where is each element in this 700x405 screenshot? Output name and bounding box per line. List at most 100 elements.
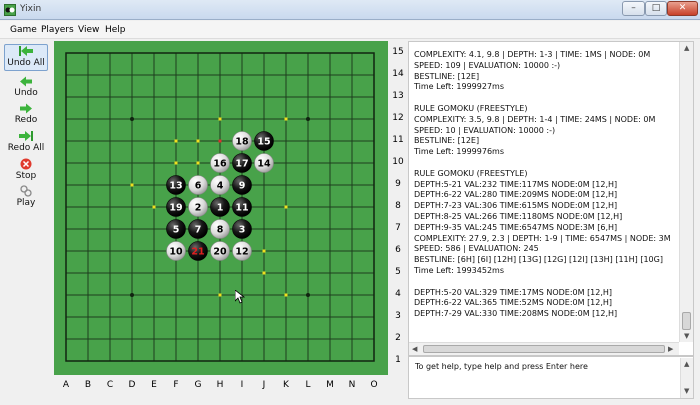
stone-black-17: 17 — [232, 153, 252, 173]
stop-button[interactable]: Stop — [4, 158, 48, 182]
scroll-up-arrow-icon[interactable]: ▲ — [684, 44, 689, 52]
column-label-L: L — [305, 380, 311, 390]
row-label-5: 5 — [395, 267, 401, 277]
log-vertical-scrollbar[interactable]: ▲ ▼ — [679, 42, 693, 342]
log-line: DEPTH:9-35 VAL:245 TIME:6547MS NODE:3M [… — [414, 222, 618, 232]
star-point — [130, 117, 134, 121]
stone-move-number: 15 — [257, 137, 270, 148]
log-line: SPEED: 109 | EVALUATION: 10000 :-) — [414, 60, 561, 70]
star-point — [306, 117, 310, 121]
redo-all-label: Redo All — [7, 143, 45, 153]
title-bar: Yixin – □ ✕ — [0, 0, 700, 20]
engine-log[interactable]: COMPLEXITY: 4.1, 9.8 | DEPTH: 1-3 | TIME… — [408, 41, 694, 356]
minimize-button[interactable]: – — [622, 1, 645, 16]
log-line: BESTLINE: [6H] [6I] [12H] [13G] [12G] [1… — [414, 255, 663, 265]
stone-white-14: 14 — [254, 153, 274, 173]
stone-black-7: 7 — [188, 219, 208, 239]
log-line: SPEED: 586 | EVALUATION: 245 — [414, 244, 539, 254]
log-horizontal-thumb[interactable] — [423, 345, 665, 353]
hint-marker — [262, 271, 266, 275]
redo-label: Redo — [14, 115, 38, 125]
stone-white-2: 2 — [188, 197, 208, 217]
row-label-15: 15 — [392, 47, 404, 57]
stone-black-21: 21 — [188, 241, 208, 261]
log-vertical-thumb[interactable] — [682, 312, 691, 330]
row-label-7: 7 — [395, 223, 401, 233]
stone-move-number: 17 — [235, 159, 248, 170]
scroll-right-arrow-icon[interactable]: ▶ — [668, 345, 673, 353]
toolbar: Undo All Undo Redo Redo All Stop Play — [2, 42, 50, 217]
command-input-text[interactable]: To get help, type help and press Enter h… — [415, 362, 588, 371]
column-label-N: N — [348, 380, 356, 390]
scroll-left-arrow-icon[interactable]: ◀ — [412, 345, 417, 353]
redo-icon — [20, 103, 32, 114]
command-scrollbar[interactable]: ▲ ▼ — [680, 358, 693, 398]
menu-help[interactable]: Help — [105, 25, 126, 35]
hint-marker — [152, 205, 156, 209]
star-point — [130, 293, 134, 297]
log-line: Time Left: 1999976ms — [414, 147, 504, 157]
log-line: COMPLEXITY: 4.1, 9.8 | DEPTH: 1-3 | TIME… — [414, 50, 651, 59]
column-label-K: K — [283, 380, 289, 390]
board-canvas[interactable]: 1234567 8910111213141516 1718192021 — [54, 41, 388, 375]
stone-move-number: 19 — [169, 203, 182, 214]
menu-game[interactable]: Game — [10, 25, 37, 35]
play-label: Play — [16, 198, 36, 208]
undo-button[interactable]: Undo — [4, 76, 48, 100]
log-line: Time Left: 1999927ms — [414, 82, 504, 92]
row-label-4: 4 — [395, 289, 401, 299]
maximize-button[interactable]: □ — [645, 1, 667, 16]
redo-button[interactable]: Redo — [4, 103, 48, 127]
menu-players[interactable]: Players — [41, 25, 74, 35]
menu-view[interactable]: View — [78, 25, 99, 35]
star-point — [306, 293, 310, 297]
game-board[interactable]: 1 2 3 4 5 6 7 8 9 10 11 12 13 14 15 16 17 18 19 20 21 — [54, 41, 388, 375]
close-button[interactable]: ✕ — [667, 1, 698, 16]
play-icon — [20, 185, 32, 197]
stone-white-18: 18 — [232, 131, 252, 151]
stone-white-8: 8 — [210, 219, 230, 239]
command-input[interactable]: To get help, type help and press Enter h… — [408, 356, 694, 399]
stone-black-11: 11 — [232, 197, 252, 217]
stone-move-number: 1 — [217, 203, 224, 214]
play-button[interactable]: Play — [4, 185, 48, 209]
hint-marker — [218, 117, 222, 121]
log-line: DEPTH:8-25 VAL:266 TIME:1180MS NODE:0M [… — [414, 212, 623, 221]
stone-black-9: 9 — [232, 175, 252, 195]
undo-icon — [20, 76, 32, 87]
log-line: BESTLINE: [12E] — [414, 71, 480, 81]
scroll-down-arrow-icon[interactable]: ▼ — [684, 332, 689, 340]
stone-move-number: 16 — [213, 159, 227, 170]
log-horizontal-scrollbar[interactable]: ◀ ▶ — [409, 342, 679, 355]
stone-white-20: 20 — [210, 241, 230, 261]
hint-marker — [284, 117, 288, 121]
undo-all-label: Undo All — [7, 58, 45, 68]
row-label-13: 13 — [392, 91, 404, 101]
command-scroll-down-icon[interactable]: ▼ — [684, 387, 689, 395]
log-line: DEPTH:7-29 VAL:330 TIME:208MS NODE:0M [1… — [414, 309, 618, 319]
column-label-F: F — [173, 380, 179, 390]
stone-black-19: 19 — [166, 197, 186, 217]
hint-marker — [262, 249, 266, 253]
command-scroll-up-icon[interactable]: ▲ — [684, 360, 689, 368]
stop-icon — [20, 158, 32, 170]
log-line: DEPTH:5-21 VAL:232 TIME:117MS NODE:0M [1… — [414, 179, 618, 189]
stone-move-number: 21 — [191, 247, 204, 258]
redo-all-button[interactable]: Redo All — [4, 130, 48, 154]
stone-white-4: 4 — [210, 175, 230, 195]
row-label-3: 3 — [395, 311, 401, 321]
log-line: RULE GOMOKU (FREESTYLE) — [414, 168, 528, 178]
log-line: DEPTH:5-20 VAL:329 TIME:17MS NODE:0M [12… — [414, 287, 613, 297]
row-label-10: 10 — [392, 157, 404, 167]
hint-marker — [196, 139, 200, 143]
log-line: RULE GOMOKU (FREESTYLE) — [414, 104, 528, 113]
stone-black-5: 5 — [166, 219, 186, 239]
stone-move-number: 2 — [195, 203, 202, 214]
undo-all-button[interactable]: Undo All — [4, 44, 48, 71]
stone-move-number: 10 — [169, 247, 183, 258]
log-line: DEPTH:6-22 VAL:365 TIME:52MS NODE:0M [12… — [414, 298, 613, 308]
column-label-E: E — [151, 380, 157, 390]
stone-move-number: 8 — [217, 225, 224, 236]
row-label-11: 11 — [392, 135, 404, 145]
stop-label: Stop — [15, 171, 37, 181]
